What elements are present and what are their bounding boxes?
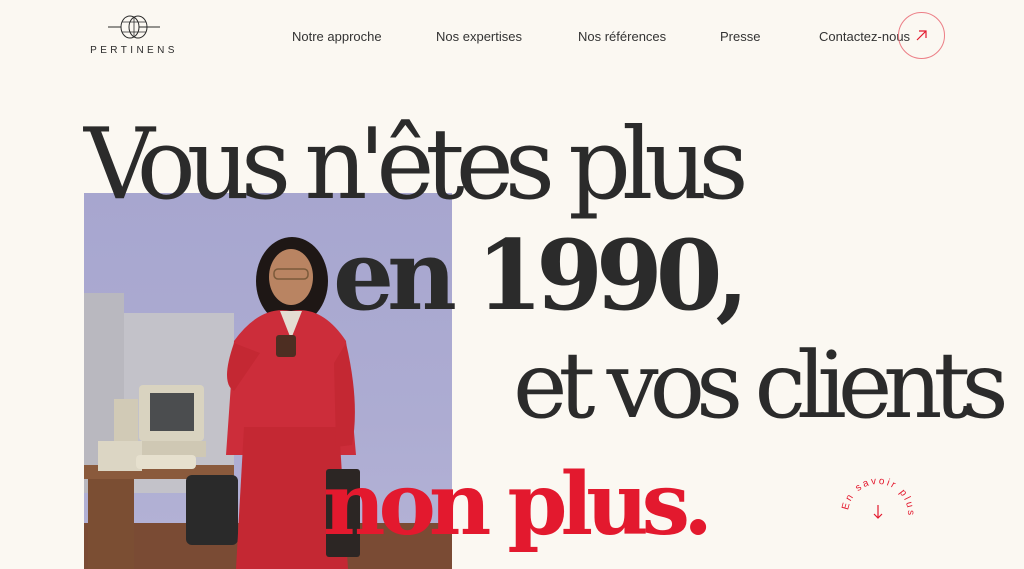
hero-line-3: et vos clients [513,332,1009,439]
nav-nos-references[interactable]: Nos références [578,29,666,44]
arrow-down-icon [873,505,883,519]
contact-button[interactable] [898,12,945,59]
nav-presse[interactable]: Presse [720,29,760,44]
arrow-up-right-icon [916,30,927,41]
brand-name: PERTINENS [90,45,178,56]
hero-line-4: non plus. [323,454,713,555]
hero-line-2: en 1990, [333,219,749,332]
header: PERTINENS Notre approche Nos expertises … [0,0,1024,80]
nav-notre-approche[interactable]: Notre approche [292,29,382,44]
learn-more-badge[interactable]: En savoir plus [838,474,918,554]
globe-logo-icon [108,15,160,39]
nav-nos-expertises[interactable]: Nos expertises [436,29,522,44]
nav-contactez-nous[interactable]: Contactez-nous [819,29,910,44]
brand-logo[interactable]: PERTINENS [82,14,186,62]
hero-line-1: Vous n'êtes plus [84,108,749,222]
